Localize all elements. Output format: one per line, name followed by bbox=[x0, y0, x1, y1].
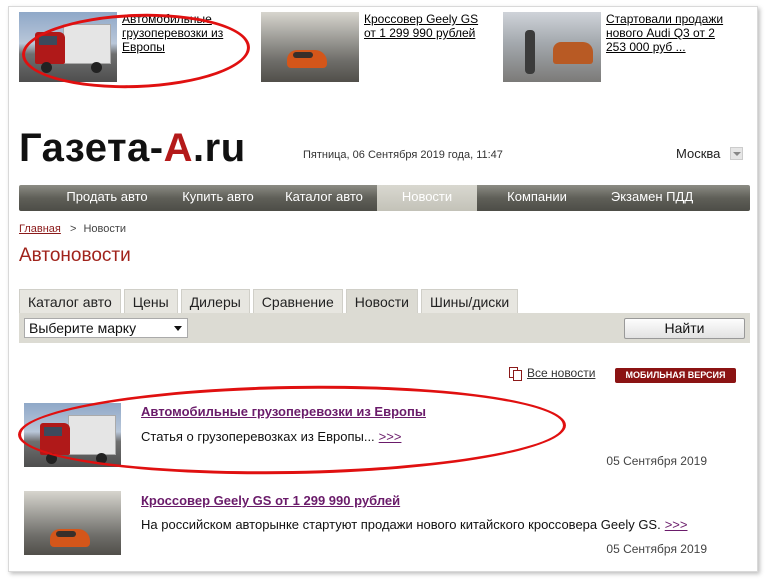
tab-catalog[interactable]: Каталог авто bbox=[19, 289, 121, 313]
nav-car-catalog[interactable]: Каталог авто bbox=[271, 185, 377, 211]
tab-compare[interactable]: Сравнение bbox=[252, 289, 343, 313]
breadcrumb: Главная > Новости bbox=[19, 223, 126, 235]
news-description-text: На российском авторынке стартуют продажи… bbox=[141, 517, 661, 532]
site-logo[interactable]: Газета-A.ru bbox=[19, 126, 246, 171]
news-title-link[interactable]: Автомобильные грузоперевозки из Европы bbox=[141, 404, 426, 419]
crossover-thumbnail[interactable] bbox=[261, 12, 359, 82]
audi-thumbnail[interactable] bbox=[503, 12, 601, 82]
brand-select[interactable]: Выберите марку bbox=[24, 318, 188, 338]
chevron-down-icon[interactable] bbox=[730, 147, 744, 160]
nav-news[interactable]: Новости bbox=[377, 185, 477, 211]
news-item: Автомобильные грузоперевозки из Европы С… bbox=[24, 403, 736, 471]
promo-item-geely[interactable]: Кроссовер Geely GS от 1 299 990 рублей bbox=[261, 12, 492, 88]
breadcrumb-home[interactable]: Главная bbox=[19, 223, 61, 235]
promo-item-audi[interactable]: Стартовали продажи нового Audi Q3 от 2 2… bbox=[503, 12, 734, 88]
section-tabs: Каталог авто Цены Дилеры Сравнение Новос… bbox=[19, 289, 521, 313]
news-item: Кроссовер Geely GS от 1 299 990 рублей Н… bbox=[24, 491, 736, 559]
tab-news[interactable]: Новости bbox=[345, 289, 418, 313]
dropdown-arrow-icon bbox=[174, 326, 182, 331]
tab-prices[interactable]: Цены bbox=[123, 289, 178, 313]
breadcrumb-separator: > bbox=[69, 223, 77, 235]
nav-buy-car[interactable]: Купить авто bbox=[165, 185, 271, 211]
main-nav: Продать авто Купить авто Каталог авто Но… bbox=[19, 185, 750, 211]
all-news-label[interactable]: Все новости bbox=[527, 366, 595, 380]
read-more-link[interactable]: >>> bbox=[665, 517, 688, 532]
nav-sell-car[interactable]: Продать авто bbox=[49, 185, 165, 211]
promo-link-geely[interactable]: Кроссовер Geely GS от 1 299 990 рублей bbox=[364, 12, 492, 88]
news-crossover-thumbnail[interactable] bbox=[24, 491, 121, 555]
logo-tail: .ru bbox=[193, 126, 246, 170]
mobile-version-button[interactable]: МОБИЛЬНАЯ ВЕРСИЯ bbox=[615, 368, 736, 383]
news-description: Статья о грузоперевозках из Европы... >>> bbox=[141, 429, 401, 444]
all-news-link[interactable]: Все новости bbox=[509, 366, 595, 381]
news-date: 05 Сентября 2019 bbox=[606, 454, 707, 468]
news-title-link[interactable]: Кроссовер Geely GS от 1 299 990 рублей bbox=[141, 493, 400, 508]
tab-tires[interactable]: Шины/диски bbox=[420, 289, 519, 313]
promo-link-audi[interactable]: Стартовали продажи нового Audi Q3 от 2 2… bbox=[606, 12, 734, 88]
read-more-link[interactable]: >>> bbox=[379, 429, 402, 444]
truck-thumbnail[interactable] bbox=[19, 12, 117, 82]
news-date: 05 Сентября 2019 bbox=[606, 542, 707, 556]
city-label: Москва bbox=[676, 146, 721, 161]
nav-driving-exam[interactable]: Экзамен ПДД bbox=[597, 185, 707, 211]
current-date: Пятница, 06 Сентября 2019 года, 11:47 bbox=[303, 149, 503, 161]
promo-link-truck[interactable]: Автомобильные грузоперевозки из Европы bbox=[122, 12, 250, 88]
logo-main: Газета- bbox=[19, 126, 164, 170]
news-description: На российском авторынке стартуют продажи… bbox=[141, 517, 688, 532]
nav-companies[interactable]: Компании bbox=[477, 185, 597, 211]
brand-select-value: Выберите марку bbox=[29, 320, 137, 336]
logo-accent: A bbox=[163, 126, 194, 170]
documents-icon bbox=[509, 366, 522, 381]
news-description-text: Статья о грузоперевозках из Европы... bbox=[141, 429, 375, 444]
promo-item-truck[interactable]: Автомобильные грузоперевозки из Европы bbox=[19, 12, 250, 88]
filter-bar: Выберите марку Найти bbox=[19, 313, 750, 343]
breadcrumb-current: Новости bbox=[83, 223, 127, 235]
city-selector[interactable]: Москва bbox=[676, 146, 744, 161]
page-title: Автоновости bbox=[19, 245, 131, 266]
tab-dealers[interactable]: Дилеры bbox=[180, 289, 250, 313]
find-button[interactable]: Найти bbox=[624, 318, 745, 339]
news-truck-thumbnail[interactable] bbox=[24, 403, 121, 467]
